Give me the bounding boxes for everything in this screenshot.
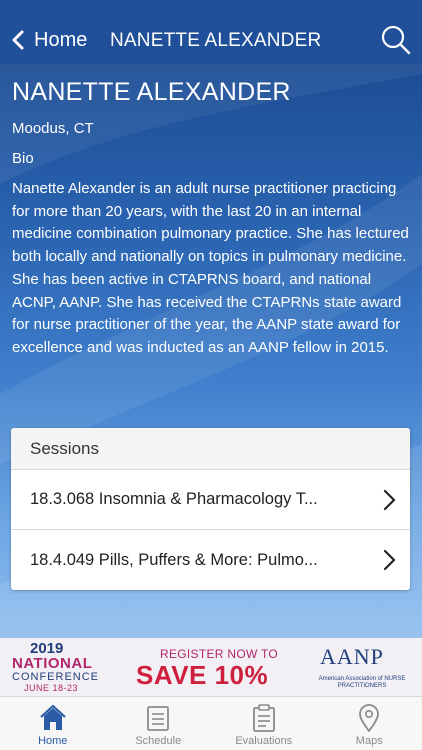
schedule-icon [147,706,170,731]
bio-heading: Bio [12,150,34,167]
session-row[interactable]: 18.4.049 Pills, Puffers & More: Pulmo... [11,530,410,590]
tab-schedule[interactable]: Schedule [106,697,212,750]
aanp-logo: AANP [320,644,384,669]
navigation-bar: Home NANETTE ALEXANDER [0,0,422,64]
back-button[interactable]: Home [8,22,87,58]
sessions-card: Sessions 18.3.068 Insomnia & Pharmacolog… [11,428,410,590]
conference-ad-banner[interactable]: 2019 NATIONAL CONFERENCE JUNE 18-23 REGI… [0,638,422,696]
tab-label: Evaluations [235,735,293,747]
page-title: NANETTE ALEXANDER [110,30,322,51]
bio-text: Nanette Alexander is an adult nurse prac… [12,180,409,356]
banner-dates: JUNE 18-23 [24,683,79,693]
banner-register-text: REGISTER NOW TO [160,647,279,661]
speaker-detail: NANETTE ALEXANDER Moodus, CT Bio Nanette… [0,64,422,638]
banner-save-text: SAVE 10% [136,660,269,690]
tab-maps[interactable]: Maps [317,697,422,750]
speaker-location: Moodus, CT [12,120,94,137]
session-title: 18.4.049 Pills, Puffers & More: Pulmo... [30,550,318,569]
chevron-right-icon [370,470,410,530]
aanp-logo-subtitle: American Association of NURSE PRACTITION… [318,676,406,689]
map-pin-icon [359,704,380,732]
banner-national: NATIONAL [12,655,93,672]
tab-home[interactable]: Home [0,697,106,750]
tab-label: Schedule [135,735,182,747]
back-button-label: Home [34,28,88,51]
chevron-left-icon [12,30,24,50]
tab-label: Maps [355,735,383,747]
speaker-name: NANETTE ALEXANDER [12,78,291,106]
search-icon[interactable] [380,24,412,56]
clipboard-icon [252,704,275,732]
home-icon [40,704,66,730]
banner-conference: CONFERENCE [12,671,100,683]
tab-evaluations[interactable]: Evaluations [211,697,317,750]
tab-bar: Home Schedule Evaluations Maps [0,696,422,750]
session-row[interactable]: 18.3.068 Insomnia & Pharmacology T... [11,470,410,530]
sessions-header: Sessions [11,428,410,470]
session-title: 18.3.068 Insomnia & Pharmacology T... [30,490,318,508]
chevron-right-icon [370,530,410,590]
tab-label: Home [38,735,68,747]
